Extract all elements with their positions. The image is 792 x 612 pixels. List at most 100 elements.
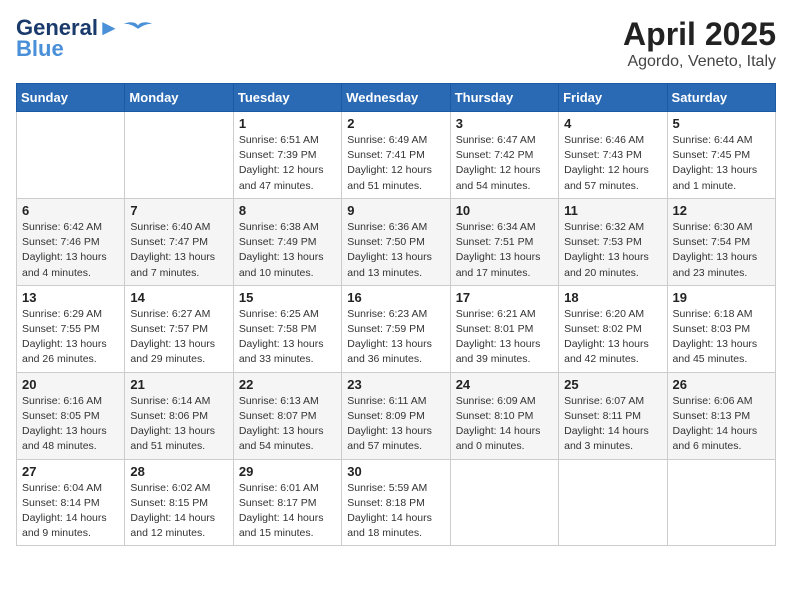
day-info: Sunrise: 6:16 AM Sunset: 8:05 PM Dayligh… [22,394,119,455]
calendar-cell: 28 Sunrise: 6:02 AM Sunset: 8:15 PM Dayli… [125,459,233,546]
weekday-header-saturday: Saturday [667,84,775,112]
week-row-4: 20 Sunrise: 6:16 AM Sunset: 8:05 PM Dayli… [17,372,776,459]
day-number: 24 [456,377,553,392]
calendar-cell: 1Sunrise: 6:51 AM Sunset: 7:39 PM Daylig… [233,112,341,199]
day-info: Sunrise: 6:29 AM Sunset: 7:55 PM Dayligh… [22,307,119,368]
day-info: Sunrise: 6:42 AM Sunset: 7:46 PM Dayligh… [22,220,119,281]
calendar-cell: 21 Sunrise: 6:14 AM Sunset: 8:06 PM Dayli… [125,372,233,459]
calendar-cell: 24 Sunrise: 6:09 AM Sunset: 8:10 PM Dayli… [450,372,558,459]
calendar-cell: 6 Sunrise: 6:42 AM Sunset: 7:46 PM Daylig… [17,198,125,285]
day-number: 25 [564,377,661,392]
day-number: 17 [456,290,553,305]
day-number: 21 [130,377,227,392]
day-info: Sunrise: 6:30 AM Sunset: 7:54 PM Dayligh… [673,220,770,281]
week-row-3: 13Sunrise: 6:29 AM Sunset: 7:55 PM Dayli… [17,285,776,372]
day-number: 4 [564,116,661,131]
page-header: General► Blue April 2025 Agordo, Veneto,… [16,16,776,71]
calendar-cell [450,459,558,546]
calendar-cell: 23 Sunrise: 6:11 AM Sunset: 8:09 PM Dayli… [342,372,450,459]
calendar-cell: 17 Sunrise: 6:21 AM Sunset: 8:01 PM Dayli… [450,285,558,372]
day-info: Sunrise: 6:51 AM Sunset: 7:39 PM Dayligh… [239,133,336,194]
day-number: 26 [673,377,770,392]
day-info: Sunrise: 6:23 AM Sunset: 7:59 PM Dayligh… [347,307,444,368]
week-row-1: 1Sunrise: 6:51 AM Sunset: 7:39 PM Daylig… [17,112,776,199]
day-number: 29 [239,464,336,479]
weekday-header-thursday: Thursday [450,84,558,112]
day-number: 11 [564,203,661,218]
day-number: 10 [456,203,553,218]
weekday-header-sunday: Sunday [17,84,125,112]
month-title: April 2025 [623,16,776,53]
calendar-cell: 9 Sunrise: 6:36 AM Sunset: 7:50 PM Daylig… [342,198,450,285]
calendar-cell: 4Sunrise: 6:46 AM Sunset: 7:43 PM Daylig… [559,112,667,199]
location-title: Agordo, Veneto, Italy [623,53,776,71]
calendar-cell: 3 Sunrise: 6:47 AM Sunset: 7:42 PM Daylig… [450,112,558,199]
calendar-cell [17,112,125,199]
title-block: April 2025 Agordo, Veneto, Italy [623,16,776,71]
day-number: 22 [239,377,336,392]
day-info: Sunrise: 6:36 AM Sunset: 7:50 PM Dayligh… [347,220,444,281]
day-info: Sunrise: 6:32 AM Sunset: 7:53 PM Dayligh… [564,220,661,281]
logo-bird-icon [122,17,154,39]
weekday-header-tuesday: Tuesday [233,84,341,112]
day-number: 27 [22,464,119,479]
calendar-cell: 27 Sunrise: 6:04 AM Sunset: 8:14 PM Dayli… [17,459,125,546]
day-info: Sunrise: 6:04 AM Sunset: 8:14 PM Dayligh… [22,481,119,542]
day-info: Sunrise: 6:27 AM Sunset: 7:57 PM Dayligh… [130,307,227,368]
calendar-cell: 20 Sunrise: 6:16 AM Sunset: 8:05 PM Dayli… [17,372,125,459]
day-info: Sunrise: 5:59 AM Sunset: 8:18 PM Dayligh… [347,481,444,542]
day-number: 15 [239,290,336,305]
calendar-cell: 8 Sunrise: 6:38 AM Sunset: 7:49 PM Daylig… [233,198,341,285]
day-number: 3 [456,116,553,131]
day-info: Sunrise: 6:02 AM Sunset: 8:15 PM Dayligh… [130,481,227,542]
day-number: 19 [673,290,770,305]
day-info: Sunrise: 6:14 AM Sunset: 8:06 PM Dayligh… [130,394,227,455]
day-number: 8 [239,203,336,218]
calendar-cell: 26Sunrise: 6:06 AM Sunset: 8:13 PM Dayli… [667,372,775,459]
logo: General► Blue [16,16,154,62]
weekday-header-wednesday: Wednesday [342,84,450,112]
day-number: 23 [347,377,444,392]
day-info: Sunrise: 6:44 AM Sunset: 7:45 PM Dayligh… [673,133,770,194]
calendar-cell: 11 Sunrise: 6:32 AM Sunset: 7:53 PM Dayli… [559,198,667,285]
day-number: 7 [130,203,227,218]
day-number: 2 [347,116,444,131]
day-number: 9 [347,203,444,218]
weekday-header-row: SundayMondayTuesdayWednesdayThursdayFrid… [17,84,776,112]
calendar-cell [667,459,775,546]
day-info: Sunrise: 6:38 AM Sunset: 7:49 PM Dayligh… [239,220,336,281]
calendar-cell: 13Sunrise: 6:29 AM Sunset: 7:55 PM Dayli… [17,285,125,372]
calendar-cell: 18Sunrise: 6:20 AM Sunset: 8:02 PM Dayli… [559,285,667,372]
weekday-header-friday: Friday [559,84,667,112]
day-info: Sunrise: 6:47 AM Sunset: 7:42 PM Dayligh… [456,133,553,194]
day-info: Sunrise: 6:40 AM Sunset: 7:47 PM Dayligh… [130,220,227,281]
calendar-cell: 14Sunrise: 6:27 AM Sunset: 7:57 PM Dayli… [125,285,233,372]
calendar-cell: 12 Sunrise: 6:30 AM Sunset: 7:54 PM Dayli… [667,198,775,285]
day-info: Sunrise: 6:11 AM Sunset: 8:09 PM Dayligh… [347,394,444,455]
calendar-cell: 7 Sunrise: 6:40 AM Sunset: 7:47 PM Daylig… [125,198,233,285]
calendar-table: SundayMondayTuesdayWednesdayThursdayFrid… [16,83,776,546]
day-number: 30 [347,464,444,479]
day-number: 20 [22,377,119,392]
day-number: 16 [347,290,444,305]
calendar-cell: 22Sunrise: 6:13 AM Sunset: 8:07 PM Dayli… [233,372,341,459]
weekday-header-monday: Monday [125,84,233,112]
day-number: 18 [564,290,661,305]
day-number: 28 [130,464,227,479]
day-info: Sunrise: 6:49 AM Sunset: 7:41 PM Dayligh… [347,133,444,194]
calendar-cell: 25 Sunrise: 6:07 AM Sunset: 8:11 PM Dayli… [559,372,667,459]
day-info: Sunrise: 6:21 AM Sunset: 8:01 PM Dayligh… [456,307,553,368]
day-info: Sunrise: 6:07 AM Sunset: 8:11 PM Dayligh… [564,394,661,455]
day-info: Sunrise: 6:01 AM Sunset: 8:17 PM Dayligh… [239,481,336,542]
calendar-cell: 5 Sunrise: 6:44 AM Sunset: 7:45 PM Daylig… [667,112,775,199]
calendar-cell: 10Sunrise: 6:34 AM Sunset: 7:51 PM Dayli… [450,198,558,285]
calendar-cell: 30 Sunrise: 5:59 AM Sunset: 8:18 PM Dayli… [342,459,450,546]
day-number: 6 [22,203,119,218]
calendar-cell: 19 Sunrise: 6:18 AM Sunset: 8:03 PM Dayli… [667,285,775,372]
day-number: 12 [673,203,770,218]
day-info: Sunrise: 6:09 AM Sunset: 8:10 PM Dayligh… [456,394,553,455]
day-info: Sunrise: 6:18 AM Sunset: 8:03 PM Dayligh… [673,307,770,368]
week-row-5: 27 Sunrise: 6:04 AM Sunset: 8:14 PM Dayli… [17,459,776,546]
day-number: 5 [673,116,770,131]
calendar-cell: 2 Sunrise: 6:49 AM Sunset: 7:41 PM Daylig… [342,112,450,199]
